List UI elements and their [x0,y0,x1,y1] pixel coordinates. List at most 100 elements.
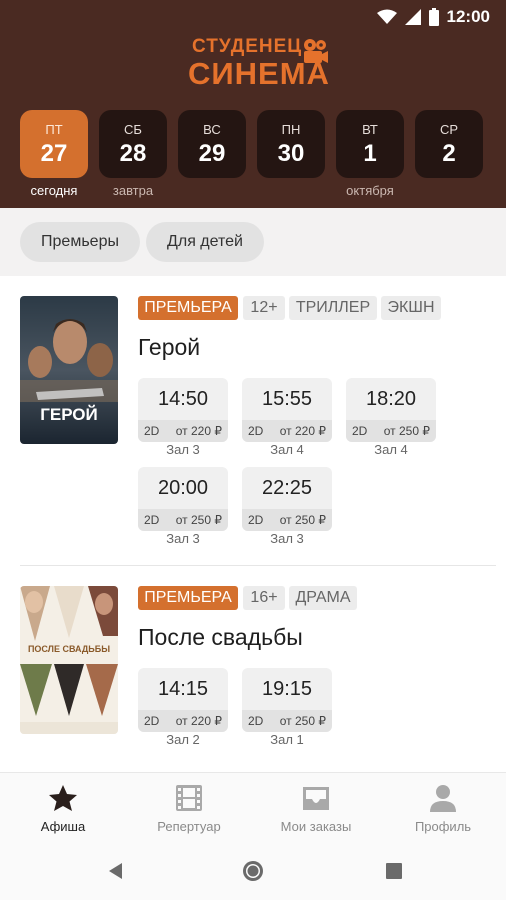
nav-tab-repertoire[interactable]: Репертуар [126,773,252,843]
logo-line-1: СТУДЕНЕЦ [192,36,303,57]
date-caption: завтра [112,183,154,198]
wifi-icon [376,9,397,24]
app-header: 12:00 СТУДЕНЕЦ СИНЕМА ПТ 27 сегодня СБ 2… [0,0,506,208]
filter-chip-premieres[interactable]: Премьеры [20,222,140,262]
recents-icon[interactable] [382,859,406,883]
nav-tab-afisha[interactable]: Афиша [0,773,126,843]
nav-tab-orders[interactable]: Мои заказы [253,773,379,843]
poster-image: ПОСЛЕ СВАДЬБЫ [20,586,118,734]
movie-poster[interactable]: ГЕРОЙ [20,296,118,444]
date-weekday: ВС [203,122,221,137]
date-caption: октября [346,183,394,198]
movie-poster[interactable]: ПОСЛЕ СВАДЬБЫ [20,586,118,734]
date-card[interactable]: СР 2 [415,110,483,178]
session-price: от 250 ₽ [175,513,222,527]
session-time: 20:00 [157,477,209,499]
tag-premiere: ПРЕМЬЕРА [138,586,238,610]
session-info: 2D от 220 ₽ [242,420,332,442]
date-weekday: ПТ [45,122,63,137]
session-info: 2D от 250 ₽ [346,420,436,442]
date-caption: сегодня [30,183,78,198]
movie-title[interactable]: После свадьбы [138,624,303,651]
session-time: 18:20 [365,388,417,410]
session-price: от 250 ₽ [279,714,326,728]
session-hall: Зал 4 [270,442,304,457]
session-hall: Зал 3 [166,442,200,457]
status-time: 12:00 [446,7,490,26]
movie-title[interactable]: Герой [138,334,200,361]
session-hall: Зал 4 [374,442,408,457]
date-selector: ПТ 27 сегодня СБ 28 завтра ВС 29 ПН 30 В… [20,110,486,200]
movie-card: ГЕРОЙ ПРЕМЬЕРА 12+ ТРИЛЛЕР ЭКШН Герой 14… [0,276,506,566]
back-icon[interactable] [104,859,128,883]
date-weekday: ПН [281,122,301,137]
poster-title: ГЕРОЙ [40,405,98,424]
poster-title: ПОСЛЕ СВАДЬБЫ [28,644,110,654]
session-button[interactable]: 19:15 2D от 250 ₽ Зал 1 [242,668,332,750]
date-card[interactable]: ПН 30 [257,110,325,178]
session-button[interactable]: 18:20 2D от 250 ₽ Зал 4 [346,378,436,460]
session-format: 2D [248,714,264,728]
date-card[interactable]: ВС 29 [178,110,246,178]
system-navigation-bar [0,842,506,900]
film-icon [176,785,202,811]
session-time: 14:50 [157,388,209,410]
date-card[interactable]: ПТ 27 [20,110,88,178]
nav-label: Профиль [414,819,472,834]
tag-genre: ТРИЛЛЕР [289,296,377,320]
filter-bar: Премьеры Для детей [0,208,506,276]
session-button[interactable]: 15:55 2D от 220 ₽ Зал 4 [242,378,332,460]
date-card[interactable]: ВТ 1 [336,110,404,178]
tag-genre: ДРАМА [289,586,357,610]
session-format: 2D [144,513,160,527]
session-time: 15:55 [261,388,313,410]
session-hall: Зал 3 [270,531,304,546]
date-day: 28 [119,140,147,167]
session-button[interactable]: 22:25 2D от 250 ₽ Зал 3 [242,467,332,549]
status-bar: 12:00 [376,6,490,28]
tag-genre: ЭКШН [381,296,441,320]
bottom-navigation: Афиша Репертуар Мои заказы Профиль [0,772,506,842]
date-weekday: СБ [124,122,142,137]
session-format: 2D [144,714,160,728]
date-day: 27 [40,140,68,167]
session-price: от 250 ₽ [383,424,430,438]
session-info: 2D от 250 ₽ [242,509,332,531]
date-card[interactable]: СБ 28 [99,110,167,178]
session-button[interactable]: 20:00 2D от 250 ₽ Зал 3 [138,467,228,549]
session-time: 14:15 [157,678,209,700]
session-info: 2D от 250 ₽ [138,509,228,531]
date-day: 2 [442,140,456,167]
nav-label: Мои заказы [280,819,352,834]
session-format: 2D [352,424,368,438]
date-weekday: ВТ [362,122,378,137]
session-price: от 220 ₽ [175,424,222,438]
session-price: от 220 ₽ [175,714,222,728]
session-hall: Зал 1 [270,732,304,747]
session-format: 2D [144,424,160,438]
nav-label: Афиша [40,819,86,834]
star-icon [49,785,77,811]
date-weekday: СР [439,122,459,137]
session-price: от 250 ₽ [279,513,326,527]
tag-age-rating: 16+ [243,586,285,610]
movie-card: ПОСЛЕ СВАДЬБЫ ПРЕМЬЕРА 16+ ДРАМА После с… [0,566,506,772]
session-hall: Зал 3 [166,531,200,546]
session-price: от 220 ₽ [279,424,326,438]
filter-chip-kids[interactable]: Для детей [146,222,264,262]
date-day: 29 [198,140,226,167]
home-icon[interactable] [241,859,265,883]
session-button[interactable]: 14:15 2D от 220 ₽ Зал 2 [138,668,228,750]
session-info: 2D от 220 ₽ [138,710,228,732]
session-info: 2D от 250 ₽ [242,710,332,732]
session-button[interactable]: 14:50 2D от 220 ₽ Зал 3 [138,378,228,460]
session-format: 2D [248,424,264,438]
session-time: 19:15 [261,678,313,700]
battery-icon [428,8,439,26]
person-icon [430,785,456,812]
session-time: 22:25 [261,477,313,499]
nav-tab-profile[interactable]: Профиль [380,773,506,843]
date-day: 30 [277,140,305,167]
inbox-icon [303,787,329,810]
cinema-logo: СТУДЕНЕЦ СИНЕМА [184,36,334,91]
